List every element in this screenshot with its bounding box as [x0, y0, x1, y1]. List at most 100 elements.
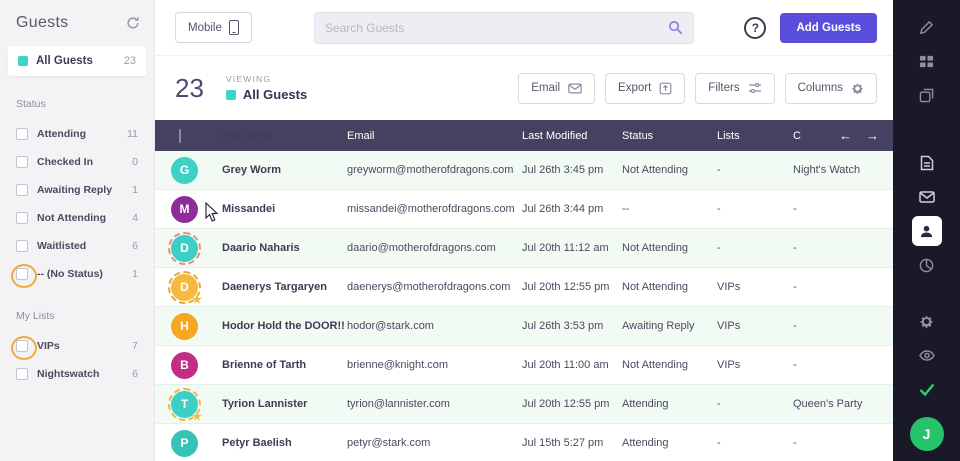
column-header-lists[interactable]: Lists	[717, 130, 793, 142]
search-input[interactable]	[325, 21, 668, 35]
sidebar-filter-item[interactable]: Not Attending 4	[0, 204, 154, 232]
filter-checkbox[interactable]	[16, 340, 28, 352]
column-header-extra[interactable]: C	[793, 130, 801, 142]
table-row[interactable]: B ★ Brienne of Tarth brienne@knight.com …	[155, 346, 893, 385]
table-row[interactable]: D ★ Daenerys Targaryen daenerys@motherof…	[155, 268, 893, 307]
guest-last-modified: Jul 20th 12:55 pm	[522, 281, 622, 293]
table-row[interactable]: M ★ Missandei missandei@motherofdragons.…	[155, 190, 893, 229]
phone-icon	[229, 20, 239, 35]
guests-nav-icon[interactable]	[912, 216, 942, 246]
guest-name: Daario Naharis	[222, 242, 347, 254]
viewing-label: VIEWING	[226, 74, 307, 84]
column-header-last-modified[interactable]: Last Modified	[522, 130, 622, 142]
filter-checkbox[interactable]	[16, 240, 28, 252]
sidebar-filter-item[interactable]: Attending 11	[0, 120, 154, 148]
select-all-checkbox[interactable]	[179, 129, 181, 143]
eye-icon[interactable]	[910, 340, 944, 370]
viewing-value: All Guests	[226, 87, 307, 102]
export-button[interactable]: Export	[605, 73, 685, 104]
sidebar-filter-item[interactable]: Waitlisted 6	[0, 232, 154, 260]
avatar-initial: M	[180, 202, 190, 216]
guest-avatar: D ★	[171, 274, 198, 301]
sidebar-filter-item[interactable]: Nightswatch 6	[0, 360, 154, 388]
dashboard-icon[interactable]	[910, 46, 944, 76]
table-row[interactable]: D ★ Daario Naharis daario@motherofdragon…	[155, 229, 893, 268]
filter-checkbox[interactable]	[16, 156, 28, 168]
user-avatar[interactable]: J	[910, 417, 944, 451]
guest-avatar: D ★	[171, 235, 198, 262]
table-row[interactable]: T ★ Tyrion Lannister tyrion@lannister.co…	[155, 385, 893, 424]
viewing-color-swatch	[226, 90, 236, 100]
check-icon[interactable]	[910, 374, 944, 404]
filter-count: 7	[132, 340, 138, 352]
search-icon[interactable]	[668, 20, 683, 35]
sidebar-item-all-guests[interactable]: All Guests 23	[8, 46, 146, 76]
viewing-block: VIEWING All Guests	[226, 74, 307, 102]
sidebar-filter-item[interactable]: VIPs 7	[0, 332, 154, 360]
filter-count: 1	[132, 184, 138, 196]
filter-checkbox[interactable]	[16, 184, 28, 196]
avatar-initial: P	[180, 436, 188, 450]
filter-checkbox[interactable]	[16, 368, 28, 380]
guest-name: Hodor Hold the DOOR!!	[222, 320, 347, 332]
sidebar-filter-item[interactable]: -- (No Status) 1	[0, 260, 154, 288]
sidebar-filter-item[interactable]: Awaiting Reply 1	[0, 176, 154, 204]
gallery-icon[interactable]	[910, 80, 944, 110]
guest-avatar: M ★	[171, 196, 198, 223]
table-row[interactable]: H ★ Hodor Hold the DOOR!! hodor@stark.co…	[155, 307, 893, 346]
edit-icon[interactable]	[910, 12, 944, 42]
guest-status: Attending	[622, 398, 717, 410]
guest-last-modified: Jul 26th 3:44 pm	[522, 203, 622, 215]
top-bar: Mobile ? Add Guests	[155, 0, 893, 56]
column-header-email[interactable]: Email	[347, 130, 522, 142]
guest-name: Petyr Baelish	[222, 437, 347, 449]
pie-chart-icon[interactable]	[910, 250, 944, 280]
filters-button[interactable]: Filters	[695, 73, 774, 104]
guest-lists: VIPs	[717, 320, 793, 332]
scroll-columns-left-button[interactable]: ←	[839, 128, 852, 143]
guest-lists: -	[717, 437, 793, 449]
table-row[interactable]: P ★ Petyr Baelish petyr@stark.com Jul 15…	[155, 424, 893, 461]
filter-count: 6	[132, 240, 138, 252]
sidebar-filter-item[interactable]: Checked In 0	[0, 148, 154, 176]
filter-label: -- (No Status)	[37, 268, 123, 280]
vip-star-icon: ★	[192, 293, 202, 306]
column-scroll-controls: ← →	[839, 128, 893, 143]
guest-status: --	[622, 203, 717, 215]
guest-status: Not Attending	[622, 164, 717, 176]
filter-checkbox[interactable]	[16, 128, 28, 140]
guest-email: brienne@knight.com	[347, 359, 522, 371]
guest-last-modified: Jul 26th 3:45 pm	[522, 164, 622, 176]
guest-extra-column: -	[793, 437, 893, 449]
all-guests-count: 23	[124, 55, 136, 67]
filter-checkbox[interactable]	[16, 268, 28, 280]
scroll-columns-right-button[interactable]: →	[866, 128, 879, 143]
table-row[interactable]: G ★ Grey Worm greyworm@motherofdragons.c…	[155, 151, 893, 190]
guest-email: hodor@stark.com	[347, 320, 522, 332]
mobile-preview-button[interactable]: Mobile	[175, 12, 252, 43]
filter-label: Awaiting Reply	[37, 184, 123, 196]
add-guests-button[interactable]: Add Guests	[780, 13, 877, 43]
help-button[interactable]: ?	[744, 17, 766, 39]
columns-button[interactable]: Columns	[785, 73, 877, 104]
column-header-status[interactable]: Status	[622, 130, 717, 142]
guest-extra-column: -	[793, 359, 893, 371]
refresh-icon[interactable]	[126, 16, 140, 30]
guest-email: daario@motherofdragons.com	[347, 242, 522, 254]
filter-label: Checked In	[37, 156, 123, 168]
guest-name: Tyrion Lannister	[222, 398, 347, 410]
mail-icon[interactable]	[910, 182, 944, 212]
document-icon[interactable]	[910, 148, 944, 178]
left-sidebar: Guests All Guests 23 Status Attending 11…	[0, 0, 155, 461]
guest-lists: -	[717, 242, 793, 254]
main-content: Mobile ? Add Guests 23 VIEWING All Guest…	[155, 0, 893, 461]
filter-checkbox[interactable]	[16, 212, 28, 224]
export-icon	[659, 82, 672, 95]
column-header-full-name[interactable]: Full Name	[222, 130, 347, 142]
guest-email: petyr@stark.com	[347, 437, 522, 449]
settings-gear-icon[interactable]	[910, 306, 944, 336]
email-button[interactable]: Email	[518, 73, 595, 104]
sidebar-title: Guests	[16, 14, 69, 32]
avatar-initial: G	[180, 163, 189, 177]
filter-count: 0	[132, 156, 138, 168]
